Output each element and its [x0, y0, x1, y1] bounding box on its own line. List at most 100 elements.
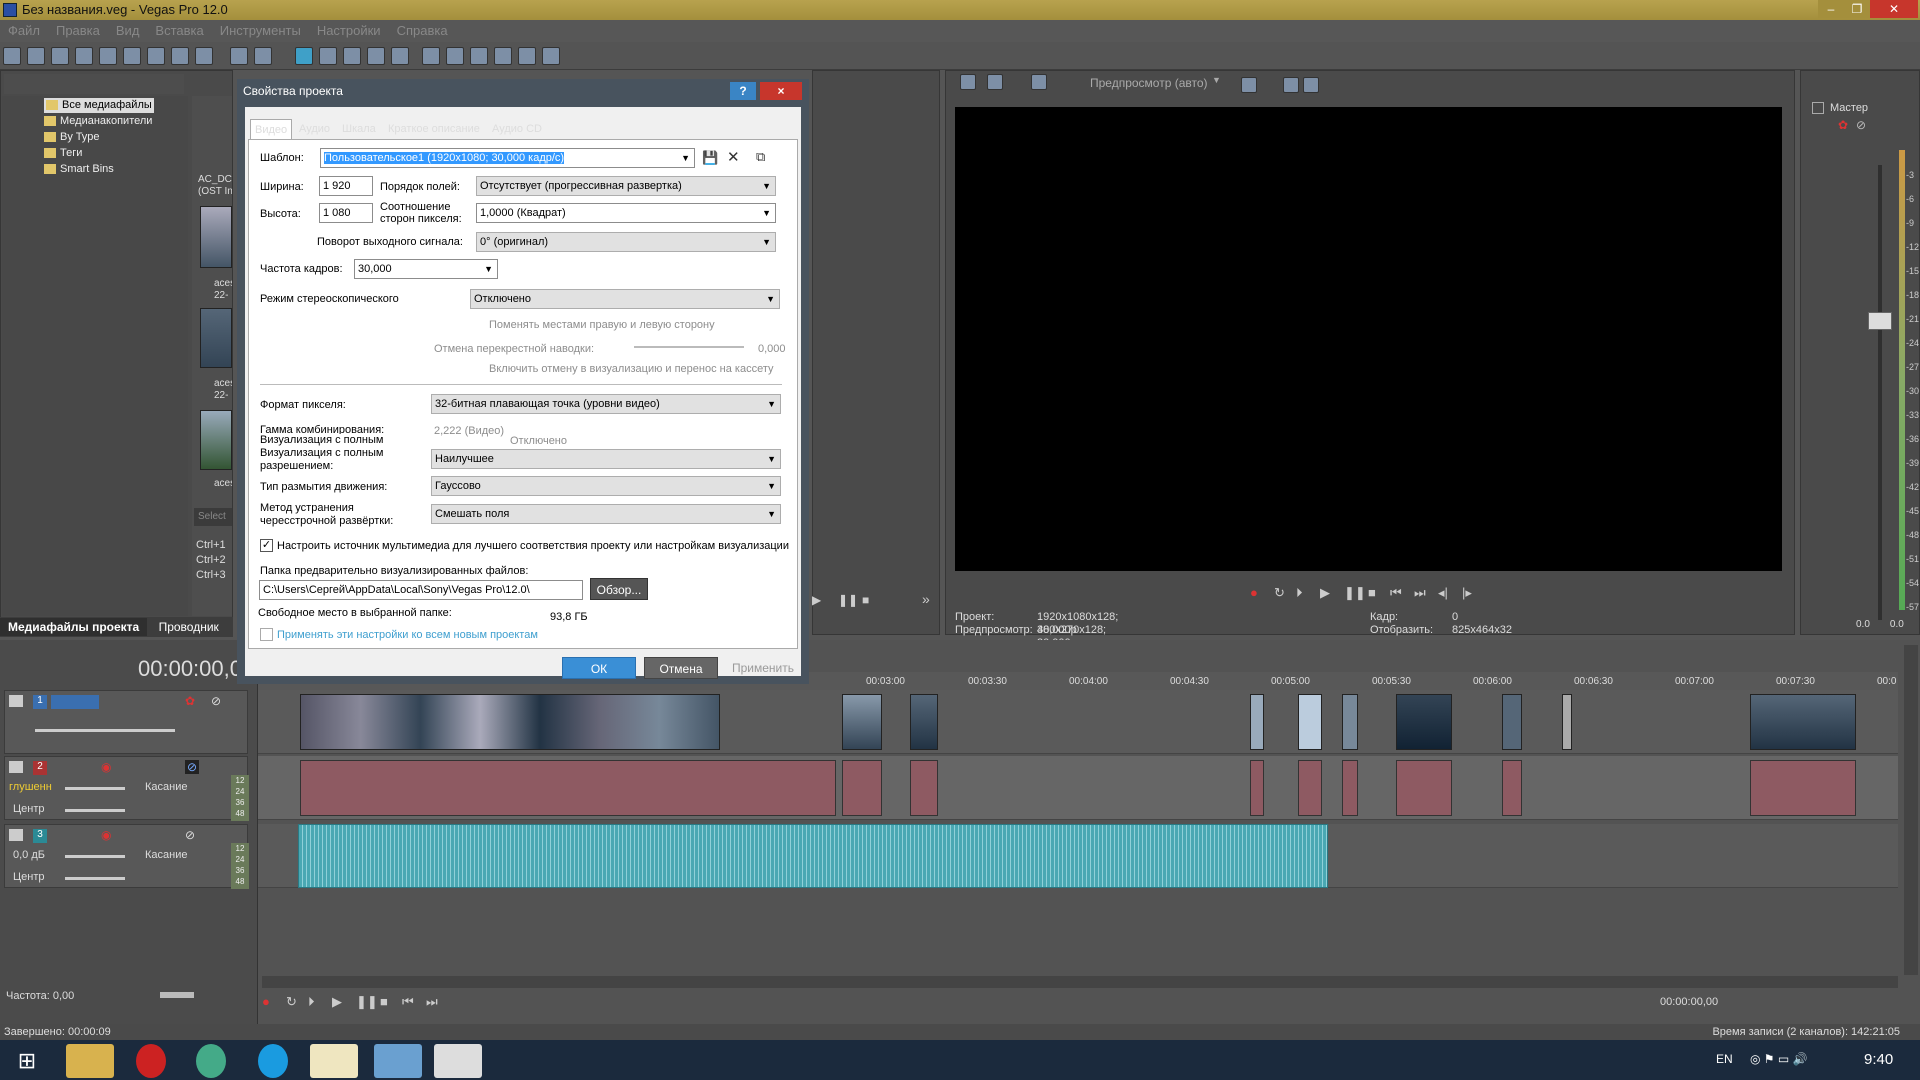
video-clip[interactable] [1250, 694, 1264, 750]
video-clip[interactable] [1750, 694, 1856, 750]
pixel-aspect-select[interactable]: 1,0000 (Квадрат) ▼ [476, 203, 776, 223]
track-volume-slider[interactable] [65, 855, 125, 858]
trimmer-more-icon[interactable]: » [922, 591, 930, 607]
paste-icon[interactable] [195, 47, 213, 65]
audio-clip[interactable] [1342, 760, 1358, 816]
track-expand-icon[interactable] [9, 695, 23, 707]
copy-snapshot-icon[interactable] [1283, 77, 1299, 93]
tree-item-smart-bins[interactable]: Smart Bins [44, 162, 114, 177]
save-snapshot-icon[interactable] [1303, 77, 1319, 93]
tab-summary[interactable]: Краткое описание [384, 119, 484, 139]
track-expand-icon[interactable] [9, 829, 23, 841]
trimmer-play-icon[interactable]: ▶ [812, 593, 821, 607]
master-fx-icon[interactable]: ✿ [1838, 118, 1848, 132]
track-pan-slider[interactable] [65, 877, 125, 880]
cursor-icon[interactable] [422, 47, 440, 65]
tab-audio-cd[interactable]: Аудио CD [488, 119, 546, 139]
play-icon[interactable]: ▶ [332, 994, 342, 1010]
touch-mode-select[interactable]: Касание [145, 849, 187, 861]
magnifier-icon[interactable] [494, 47, 512, 65]
redo-icon[interactable] [254, 47, 272, 65]
media-thumbnail[interactable] [200, 308, 232, 368]
dialog-close-button[interactable]: × [760, 82, 802, 100]
overlay-icon[interactable] [1241, 77, 1257, 93]
play-icon[interactable]: ▶ [1320, 585, 1330, 601]
audio-clip[interactable] [910, 760, 938, 816]
start-icon[interactable]: ⊞ [4, 1044, 50, 1078]
preview-fx-icon[interactable] [1030, 74, 1047, 90]
preview-quality-select[interactable]: Предпросмотр (авто) [1090, 76, 1208, 90]
edit-tool-icon[interactable] [295, 47, 313, 65]
video-clip[interactable] [1298, 694, 1322, 750]
tray-icons[interactable]: ◎ ⚑ ▭ 🔊 [1750, 1052, 1808, 1066]
photos-taskbar-icon[interactable] [374, 1044, 422, 1078]
height-input[interactable]: 1 080 [319, 203, 373, 223]
lock-envelope-icon[interactable] [391, 47, 409, 65]
full-res-select[interactable]: Наилучшее ▼ [431, 449, 781, 469]
cancel-button[interactable]: Отмена [644, 657, 718, 679]
trimmer-stop-icon[interactable]: ■ [862, 593, 869, 607]
tab-ruler[interactable]: Шкала [338, 119, 380, 139]
tree-item-all-media[interactable]: Все медиафайлы [44, 98, 154, 113]
explorer-taskbar-icon[interactable] [66, 1044, 114, 1078]
trimmer-pause-icon[interactable]: ❚❚ [838, 593, 858, 607]
audio-clip[interactable] [842, 760, 882, 816]
adjust-source-checkbox[interactable]: ✓ [260, 539, 273, 552]
video-clip[interactable] [910, 694, 938, 750]
browse-button[interactable]: Обзор... [590, 578, 648, 600]
video-clip[interactable] [1562, 694, 1572, 750]
zoom-tool-icon[interactable] [446, 47, 464, 65]
cancel-render-checkbox[interactable]: Включить отмену в визуализацию и перенос… [489, 363, 774, 375]
vegas-taskbar-icon[interactable] [310, 1044, 358, 1078]
selection-icon[interactable] [470, 47, 488, 65]
go-to-end-icon[interactable]: ⏭ [426, 994, 438, 1010]
audio-track-2[interactable] [258, 756, 1898, 820]
master-fader-handle[interactable] [1868, 312, 1892, 330]
track-expand-icon[interactable] [9, 761, 23, 773]
timeline-vertical-scrollbar[interactable] [1904, 645, 1918, 975]
tab-audio[interactable]: Аудио [295, 119, 334, 139]
apply-all-checkbox[interactable] [260, 628, 273, 641]
cut-icon[interactable] [147, 47, 165, 65]
skype-taskbar-icon[interactable] [258, 1044, 288, 1078]
media-thumbnail[interactable] [200, 410, 232, 470]
media-thumbnail[interactable] [200, 206, 232, 268]
master-mute-icon[interactable]: ⊘ [1856, 118, 1866, 132]
split-icon[interactable] [518, 47, 536, 65]
go-to-start-icon[interactable]: ⏮ [1390, 585, 1402, 601]
next-frame-icon[interactable]: |▸ [1462, 585, 1472, 601]
menu-help[interactable]: Справка [397, 23, 448, 38]
match-media-icon[interactable]: ⧉ [756, 149, 765, 165]
save-template-icon[interactable]: 💾 [702, 150, 718, 166]
window-close-button[interactable]: ✕ [1870, 0, 1918, 18]
save-icon[interactable] [51, 47, 69, 65]
new-project-icon[interactable] [3, 47, 21, 65]
minimize-button[interactable]: – [1818, 0, 1844, 18]
media-search-input[interactable]: Select [194, 508, 232, 526]
motion-blur-select[interactable]: Гауссово ▼ [431, 476, 781, 496]
envelope-tool-icon[interactable] [319, 47, 337, 65]
track-pan-slider[interactable] [65, 809, 125, 812]
whats-this-icon[interactable] [542, 47, 560, 65]
snap-icon[interactable] [343, 47, 361, 65]
audio-clip[interactable] [1298, 760, 1322, 816]
help-button[interactable]: ? [730, 82, 756, 100]
video-clip[interactable] [1502, 694, 1522, 750]
video-track[interactable] [258, 690, 1898, 754]
save-as-icon[interactable] [75, 47, 93, 65]
timeline-horizontal-scrollbar[interactable] [262, 976, 1898, 988]
pause-icon[interactable]: ❚❚ [356, 994, 378, 1010]
go-to-start-icon[interactable]: ⏮ [402, 994, 414, 1010]
tab-explorer[interactable]: Проводник [151, 620, 227, 634]
tree-item-tags[interactable]: Теги [44, 146, 82, 161]
track-fx-icon[interactable]: ✿ [185, 694, 195, 708]
properties-icon[interactable] [123, 47, 141, 65]
video-clip[interactable] [842, 694, 882, 750]
rotation-select[interactable]: 0° (оригинал) ▼ [476, 232, 776, 252]
menu-file[interactable]: Файл [8, 23, 40, 38]
audio-clip[interactable] [1502, 760, 1522, 816]
menu-insert[interactable]: Вставка [155, 23, 203, 38]
menu-tools[interactable]: Инструменты [220, 23, 301, 38]
audio-clip[interactable] [1250, 760, 1264, 816]
audio-clip[interactable] [1396, 760, 1452, 816]
